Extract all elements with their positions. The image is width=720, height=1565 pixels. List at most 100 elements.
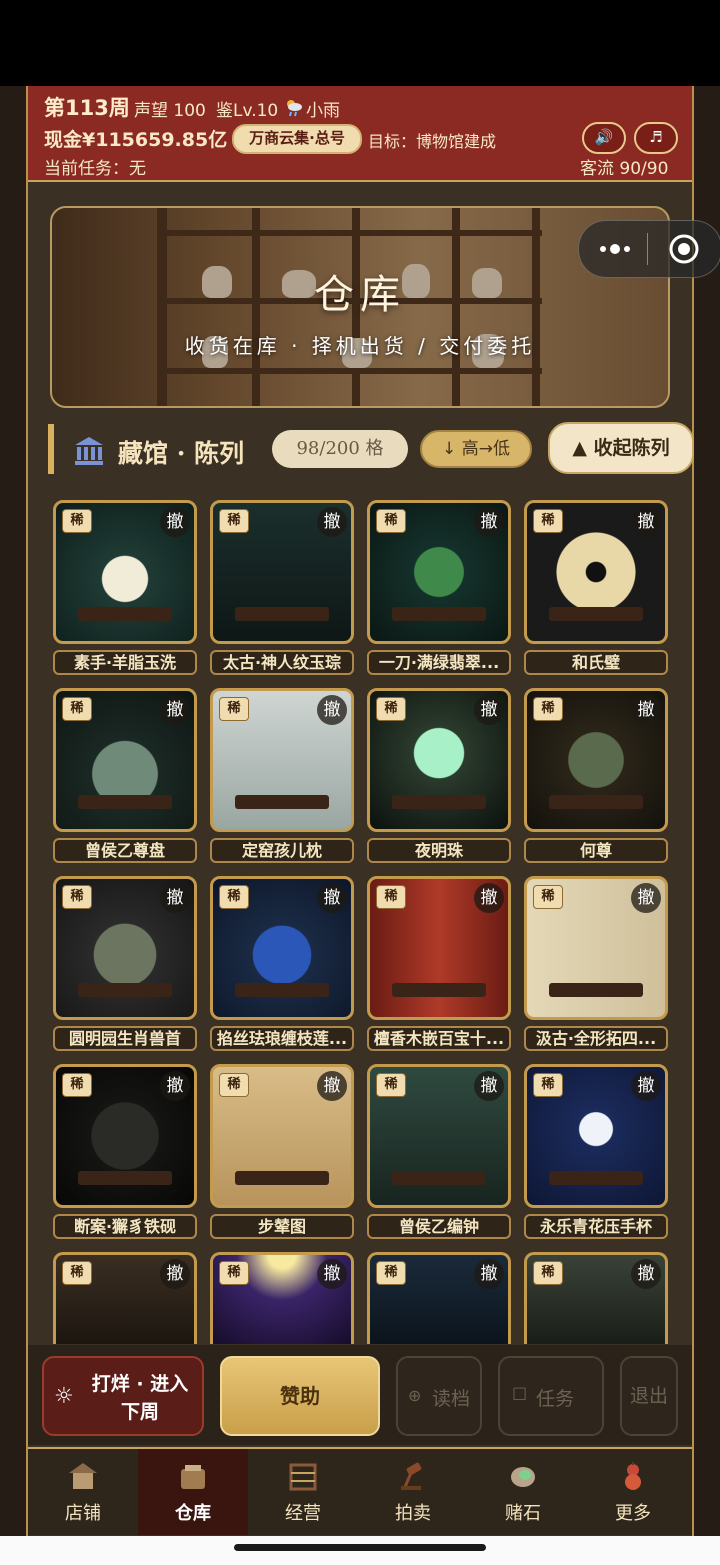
collection-item[interactable]: 稀撤 — [210, 1252, 354, 1344]
item-pedestal — [549, 1171, 643, 1185]
nav-shop[interactable]: 店铺 — [28, 1449, 138, 1535]
nav-auction[interactable]: 拍卖 — [358, 1449, 468, 1535]
more-dots-icon[interactable] — [593, 233, 643, 265]
cash-amount: 现金¥115659.85亿 — [44, 129, 228, 151]
bottom-navigation: 店铺 仓库 经营 拍卖 赌石 更多 — [28, 1447, 692, 1535]
item-name-label: 何尊 — [524, 838, 668, 863]
tasks-button[interactable]: ☐ 任务 — [498, 1356, 604, 1436]
prestige-value: 声望 100 — [134, 101, 206, 121]
collection-item[interactable]: 稀撤 — [53, 500, 197, 644]
withdraw-button[interactable]: 撤 — [160, 1259, 190, 1289]
music-toggle-button[interactable]: ♬ — [634, 122, 678, 154]
collection-item[interactable]: 稀撤 — [367, 688, 511, 832]
collection-item[interactable]: 稀撤 — [524, 500, 668, 644]
collection-item[interactable]: 稀撤 — [524, 688, 668, 832]
withdraw-button[interactable]: 撤 — [317, 507, 347, 537]
item-name-label: 断案·獬豸铁砚 — [53, 1214, 197, 1239]
home-indicator[interactable] — [234, 1544, 486, 1551]
rarity-badge: 稀 — [219, 509, 249, 533]
next-week-button[interactable]: ☼ 打烊 · 进入下周 — [42, 1356, 204, 1436]
rarity-badge: 稀 — [533, 1261, 563, 1285]
collection-item[interactable]: 稀撤 — [524, 1064, 668, 1208]
withdraw-button[interactable]: 撤 — [474, 1071, 504, 1101]
collection-item[interactable]: 稀撤 — [53, 688, 197, 832]
collection-item[interactable]: 稀撤 — [524, 876, 668, 1020]
gavel-icon — [399, 1461, 427, 1491]
abacus-icon — [289, 1461, 317, 1491]
item-name-label: 掐丝珐琅缠枝莲... — [210, 1026, 354, 1051]
withdraw-button[interactable]: 撤 — [631, 883, 661, 913]
withdraw-button[interactable]: 撤 — [317, 1071, 347, 1101]
withdraw-button[interactable]: 撤 — [631, 507, 661, 537]
rarity-badge: 稀 — [62, 697, 92, 721]
close-target-icon[interactable] — [667, 233, 701, 265]
shop-badge[interactable]: 万商云集·总号 — [232, 124, 362, 154]
current-task: 当前任务：无 — [44, 159, 146, 179]
collection-item[interactable]: 稀撤 — [367, 1252, 511, 1344]
withdraw-button[interactable]: 撤 — [474, 695, 504, 725]
collection-item[interactable]: 稀撤 — [210, 876, 354, 1020]
rarity-badge: 稀 — [219, 1261, 249, 1285]
cloud-rain-icon — [284, 97, 304, 117]
withdraw-button[interactable]: 撤 — [631, 695, 661, 725]
load-save-button[interactable]: ⊕ 读档 — [396, 1356, 482, 1436]
appraisal-level: 鉴Lv.10 — [216, 101, 279, 121]
sponsor-button[interactable]: 赞助 — [220, 1356, 380, 1436]
withdraw-button[interactable]: 撤 — [631, 1071, 661, 1101]
item-pedestal — [549, 795, 643, 809]
nav-more[interactable]: 更多 — [578, 1449, 688, 1535]
item-pedestal — [78, 983, 172, 997]
withdraw-button[interactable]: 撤 — [631, 1259, 661, 1289]
withdraw-button[interactable]: 撤 — [160, 1071, 190, 1101]
item-pedestal — [392, 1171, 486, 1185]
item-pedestal — [78, 607, 172, 621]
warehouse-box-icon — [179, 1461, 207, 1491]
rarity-badge: 稀 — [62, 885, 92, 909]
item-name-label: 太古·神人纹玉琮 — [210, 650, 354, 675]
exit-button[interactable]: 退出 — [620, 1356, 678, 1436]
withdraw-button[interactable]: 撤 — [474, 507, 504, 537]
rarity-badge: 稀 — [62, 1073, 92, 1097]
collection-item[interactable]: 稀撤 — [210, 500, 354, 644]
item-pedestal — [549, 983, 643, 997]
withdraw-button[interactable]: 撤 — [160, 507, 190, 537]
museum-icon — [72, 434, 106, 468]
item-name-label: 和氏璧 — [524, 650, 668, 675]
withdraw-button[interactable]: 撤 — [474, 883, 504, 913]
collection-item[interactable]: 稀撤 — [367, 1064, 511, 1208]
nav-warehouse[interactable]: 仓库 — [138, 1449, 248, 1535]
collection-item[interactable]: 稀撤 — [210, 688, 354, 832]
miniprogram-capsule — [578, 220, 720, 278]
nav-auction-label: 拍卖 — [395, 1503, 431, 1524]
withdraw-button[interactable]: 撤 — [317, 1259, 347, 1289]
withdraw-button[interactable]: 撤 — [160, 695, 190, 725]
goal-text: 目标：博物馆建成 — [368, 132, 497, 151]
sound-toggle-button[interactable]: 🔊 — [582, 122, 626, 154]
collapse-display-button[interactable]: ▲ 收起陈列 — [548, 422, 694, 474]
rarity-badge: 稀 — [376, 697, 406, 721]
jade-stone-icon — [509, 1461, 537, 1491]
item-name-label: 檀香木嵌百宝十... — [367, 1026, 511, 1051]
rarity-badge: 稀 — [62, 509, 92, 533]
rarity-badge: 稀 — [376, 509, 406, 533]
item-pedestal — [235, 983, 329, 997]
collection-item[interactable]: 稀撤 — [53, 1252, 197, 1344]
withdraw-button[interactable]: 撤 — [474, 1259, 504, 1289]
nav-operations[interactable]: 经营 — [248, 1449, 358, 1535]
withdraw-button[interactable]: 撤 — [317, 695, 347, 725]
item-name-label: 曾侯乙编钟 — [367, 1214, 511, 1239]
sort-button[interactable]: ↓ 高→低 — [420, 430, 532, 468]
collection-item[interactable]: 稀撤 — [367, 500, 511, 644]
collection-item[interactable]: 稀撤 — [524, 1252, 668, 1344]
collection-item[interactable]: 稀撤 — [367, 876, 511, 1020]
withdraw-button[interactable]: 撤 — [317, 883, 347, 913]
collection-item[interactable]: 稀撤 — [53, 876, 197, 1020]
withdraw-button[interactable]: 撤 — [160, 883, 190, 913]
collection-item[interactable]: 稀撤 — [210, 1064, 354, 1208]
nav-stone-gambling[interactable]: 赌石 — [468, 1449, 578, 1535]
capacity-badge: 98/200 格 — [272, 430, 408, 468]
status-bar — [0, 0, 720, 86]
collection-item[interactable]: 稀撤 — [53, 1064, 197, 1208]
gourd-icon — [619, 1461, 647, 1491]
rarity-badge: 稀 — [533, 509, 563, 533]
